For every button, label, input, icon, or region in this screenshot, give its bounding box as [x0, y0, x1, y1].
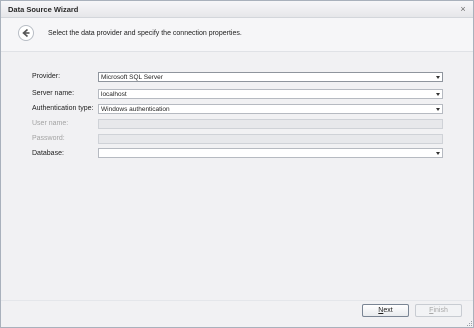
server-name-label: Server name: — [32, 90, 75, 97]
authentication-type-dropdown[interactable]: Windows authentication — [98, 104, 443, 114]
close-icon[interactable]: × — [458, 4, 468, 14]
provider-dropdown[interactable]: Microsoft SQL Server — [98, 72, 443, 82]
chevron-down-icon[interactable] — [436, 152, 440, 155]
user-name-field — [98, 119, 443, 129]
provider-label: Provider: — [32, 73, 61, 80]
title-bar: Data Source Wizard × — [1, 1, 473, 18]
chevron-down-icon[interactable] — [436, 93, 440, 96]
user-name-label: User name: — [32, 120, 69, 127]
window-title: Data Source Wizard — [8, 5, 79, 14]
next-button[interactable]: Next — [362, 304, 409, 317]
instruction-text: Select the data provider and specify the… — [48, 30, 242, 37]
back-arrow-icon — [22, 28, 30, 38]
password-label: Password: — [32, 135, 65, 142]
footer-divider — [1, 300, 473, 301]
finish-button: Finish — [415, 304, 462, 317]
provider-value: Microsoft SQL Server — [101, 74, 163, 81]
server-name-value: localhost — [101, 91, 127, 98]
password-field — [98, 134, 443, 144]
chevron-down-icon[interactable] — [436, 108, 440, 111]
authentication-type-label: Authentication type: — [32, 105, 94, 112]
data-source-wizard-window: Data Source Wizard × Select the data pro… — [0, 0, 474, 328]
server-name-combobox[interactable]: localhost — [98, 89, 443, 99]
database-combobox[interactable] — [98, 148, 443, 158]
chevron-down-icon[interactable] — [436, 76, 440, 79]
wizard-header: Select the data provider and specify the… — [1, 18, 473, 52]
authentication-type-value: Windows authentication — [101, 106, 170, 113]
resize-grip-icon[interactable] — [467, 321, 473, 327]
database-label: Database: — [32, 150, 64, 157]
back-button[interactable] — [18, 25, 34, 41]
